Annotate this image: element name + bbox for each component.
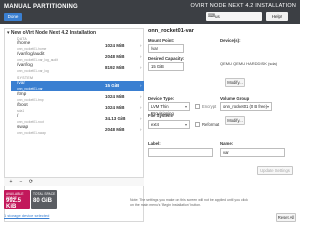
volume-group-select[interactable]: onn_rocket01 (0 B free) ▾ (220, 102, 272, 111)
page-title: MANUAL PARTITIONING (4, 4, 78, 10)
keyboard-layout-label: us (215, 14, 220, 19)
chevron-down-icon: ▾ (184, 104, 187, 109)
name-field[interactable]: var (220, 148, 285, 157)
mount-row-root[interactable]: / onn_rocket01-root 34.13 GiB › (11, 114, 144, 124)
available-space-value: 992.5 KiB (6, 198, 22, 210)
mount-size: 15 GiB (105, 82, 120, 88)
mount-row-swap[interactable]: swap onn_rocket01-swap 2048 MiB › (11, 125, 144, 135)
chevron-right-icon: › (140, 42, 142, 48)
label-field[interactable] (148, 148, 213, 157)
total-space-label: TOTAL SPACE (33, 192, 56, 196)
section-system: SYSTEM (17, 76, 34, 80)
device-type-select[interactable]: LVM Thin Provisioning ▾ (148, 102, 190, 116)
installation-group-label: New oVirt Node Next 4.2 Installation (10, 30, 97, 36)
total-space-value: 80 GiB (33, 198, 53, 204)
chevron-right-icon: › (140, 93, 142, 99)
mount-size: 1024 MiB (105, 104, 125, 110)
mount-point-field[interactable]: /var (148, 44, 184, 53)
desired-capacity-label: Desired Capacity: (148, 56, 185, 61)
modify-volume-group-button[interactable]: Modify... (225, 116, 245, 125)
chevron-down-icon: ▾ (184, 122, 187, 127)
mount-device: sda1 (17, 108, 25, 113)
available-space-box: AVAILABLE SPACE 992.5 KiB (4, 190, 30, 210)
mount-name: /home (17, 41, 31, 46)
mount-toolbar: + − ⟳ (4, 177, 144, 186)
mount-device: onn_rocket01-tmp (17, 97, 44, 102)
file-system-label: File System: (148, 113, 174, 118)
mount-name: / (17, 114, 19, 119)
modify-devices-button[interactable]: Modify... (225, 78, 245, 87)
installation-title: OVIRT NODE NEXT 4.2 INSTALLATION (190, 3, 296, 9)
mount-device: onn_rocket01-var_log_audit (17, 57, 58, 62)
mount-device: onn_rocket01-home (17, 46, 47, 51)
done-button[interactable]: Done (4, 13, 22, 21)
mount-name: /var/log (17, 63, 33, 68)
chevron-right-icon: › (140, 126, 142, 132)
mount-device: onn_rocket01-var (17, 86, 43, 91)
desired-capacity-field[interactable]: 15 GiB (148, 62, 184, 71)
settings-note: Note: The settings you make on this scre… (130, 198, 248, 207)
mount-size: 34.13 GiB (105, 115, 126, 121)
add-mount-point-button[interactable]: + (7, 179, 15, 186)
mount-size: 2048 MiB (105, 53, 125, 59)
installation-group-heading[interactable]: ▾ New oVirt Node Next 4.2 Installation (7, 30, 96, 36)
chevron-down-icon: ▾ (266, 104, 269, 109)
mount-row-home[interactable]: /home onn_rocket01-home 1024 MiB › (11, 41, 144, 51)
mount-row-var-log-audit[interactable]: /var/log/audit onn_rocket01-var_log_audi… (11, 52, 144, 62)
storage-devices-link[interactable]: 1 storage device selected (4, 213, 49, 218)
volume-group-label: Volume Group (220, 96, 250, 101)
total-space-box: TOTAL SPACE 80 GiB (31, 190, 57, 209)
encrypt-checkbox[interactable] (195, 104, 200, 109)
chevron-right-icon: › (140, 64, 142, 70)
mount-row-var-log[interactable]: /var/log onn_rocket01-var_log 8192 MiB › (11, 63, 144, 73)
reformat-checkbox[interactable] (195, 122, 200, 127)
devices-label: Device(s): (220, 38, 241, 43)
mount-name: /tmp (17, 92, 27, 97)
mount-size: 8192 MiB (105, 64, 125, 70)
selected-device-title: onn_rocket01-var (148, 28, 194, 34)
volume-group-value: onn_rocket01 (0 B free) (223, 104, 267, 109)
name-field-label: Name: (220, 141, 234, 146)
keyboard-layout-indicator[interactable]: ⌨ us (206, 12, 262, 21)
mount-row-var[interactable]: /var onn_rocket01-var 15 GiB › (11, 81, 144, 91)
devices-value: QEMU QEMU HARDDISK (sda) (220, 61, 278, 66)
help-button[interactable]: Help! (266, 12, 288, 21)
device-type-label: Device Type: (148, 96, 175, 101)
header-bar: MANUAL PARTITIONING Done OVIRT NODE NEXT… (0, 0, 300, 24)
label-field-label: Label: (148, 141, 161, 146)
chevron-right-icon: › (140, 53, 142, 59)
reset-all-button[interactable]: Reset All (276, 213, 296, 222)
refresh-icon[interactable]: ⟳ (27, 179, 35, 186)
chevron-right-icon: › (140, 82, 142, 88)
file-system-select[interactable]: ext4 ▾ (148, 120, 190, 129)
mount-device: onn_rocket01-swap (17, 130, 46, 135)
mount-details-panel: onn_rocket01-var Mount Point: /var Desir… (148, 28, 298, 224)
chevron-right-icon: › (140, 115, 142, 121)
mount-name: /boot (17, 103, 28, 108)
mount-row-boot[interactable]: /boot sda1 1024 MiB › (11, 103, 144, 113)
mount-device: onn_rocket01-root (17, 119, 44, 124)
mount-name: /var/log/audit (17, 52, 45, 57)
remove-mount-point-button[interactable]: − (17, 179, 25, 186)
mount-row-tmp[interactable]: /tmp onn_rocket01-tmp 1024 MiB › (11, 92, 144, 102)
mount-size: 1024 MiB (105, 42, 125, 48)
mount-device: onn_rocket01-var_log (17, 68, 49, 73)
encrypt-label: Encrypt (202, 104, 217, 109)
mount-name: swap (17, 125, 29, 130)
reformat-label: Reformat (202, 122, 220, 127)
update-settings-button[interactable]: Update Settings (257, 166, 293, 175)
chevron-right-icon: › (140, 104, 142, 110)
mount-size: 1024 MiB (105, 93, 125, 99)
mount-point-label: Mount Point: (148, 38, 175, 43)
mount-name: /var (17, 81, 25, 86)
file-system-value: ext4 (151, 122, 159, 127)
mount-size: 2048 MiB (105, 126, 125, 132)
